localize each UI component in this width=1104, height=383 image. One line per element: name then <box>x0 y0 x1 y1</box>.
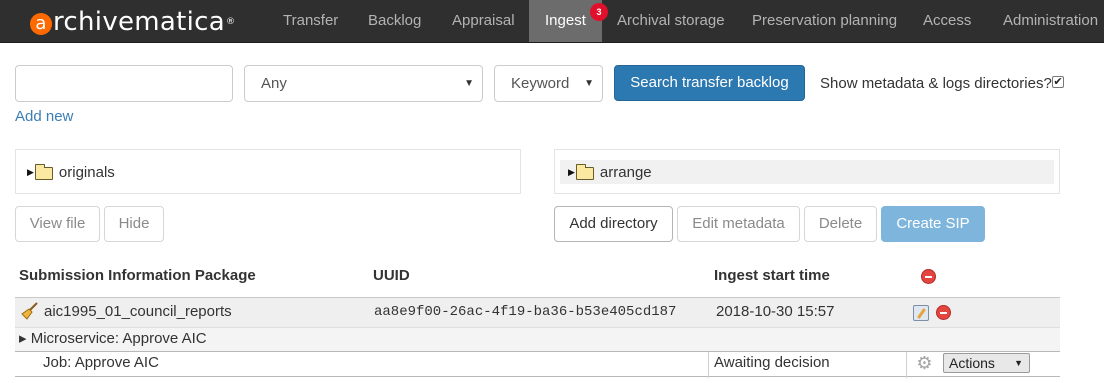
folder-icon <box>575 163 594 180</box>
view-file-button[interactable]: View file <box>15 206 100 242</box>
add-new-link[interactable]: Add new <box>15 108 73 125</box>
top-navbar: a rchivematica® Transfer Backlog Appraisa… <box>0 0 1104 43</box>
caret-right-icon[interactable]: ▶ <box>568 167 575 178</box>
nav-archival-storage[interactable]: Archival storage <box>617 0 725 42</box>
tree-item-arrange[interactable]: ▶ arrange <box>560 160 1054 184</box>
archivematica-logo[interactable]: a rchivematica® <box>30 6 235 38</box>
nav-transfer[interactable]: Transfer <box>283 0 338 42</box>
trademark-mark: ® <box>226 17 236 27</box>
chevron-down-icon: ▼ <box>1014 358 1023 368</box>
clean-up-icon[interactable] <box>21 302 39 320</box>
sip-start-time: 2018-10-30 15:57 <box>716 303 835 320</box>
job-actions-select[interactable]: Actions ▼ <box>943 353 1030 373</box>
microservice-label[interactable]: ▸ Microservice: Approve AIC <box>19 329 207 347</box>
folder-name: arrange <box>599 163 652 181</box>
cell-divider <box>906 352 907 378</box>
nav-appraisal[interactable]: Appraisal <box>452 0 515 42</box>
delete-button[interactable]: Delete <box>804 206 877 242</box>
ingest-count-badge: 3 <box>590 3 608 21</box>
search-field-select[interactable]: Any ▼ <box>244 65 483 102</box>
sip-uuid: aa8e9f00-26ac-4f19-ba36-b53e405cd187 <box>374 304 677 320</box>
job-name: Job: Approve AIC <box>43 354 159 371</box>
add-directory-button[interactable]: Add directory <box>554 206 673 242</box>
column-header-uuid: UUID <box>373 267 410 284</box>
search-query-input[interactable] <box>15 65 233 102</box>
folder-icon <box>34 163 53 180</box>
remove-sip-icon[interactable] <box>936 305 951 320</box>
column-header-sip: Submission Information Package <box>19 267 256 284</box>
gear-icon[interactable]: ⚙ <box>916 354 933 372</box>
create-sip-button[interactable]: Create SIP <box>881 206 985 242</box>
job-status: Awaiting decision <box>714 354 830 371</box>
search-field-value: Any <box>261 75 287 92</box>
nav-access[interactable]: Access <box>923 0 971 42</box>
backlog-tree-panel: ▶ originals <box>15 149 521 194</box>
search-backlog-button[interactable]: Search transfer backlog <box>614 65 805 101</box>
arrange-tree-panel: ▶ arrange <box>554 149 1060 194</box>
remove-all-icon[interactable] <box>921 269 936 284</box>
folder-name: originals <box>58 163 115 181</box>
hide-button[interactable]: Hide <box>104 206 164 242</box>
show-metadata-label: Show metadata & logs directories? <box>820 75 1052 92</box>
search-type-value: Keyword <box>511 75 570 92</box>
tree-item-originals[interactable]: ▶ originals <box>27 160 115 184</box>
edit-metadata-button[interactable]: Edit metadata <box>677 206 800 242</box>
sip-name[interactable]: aic1995_01_council_reports <box>44 303 232 320</box>
actions-select-value: Actions <box>949 355 995 371</box>
table-row-job <box>15 351 1060 378</box>
cell-divider <box>708 352 709 378</box>
nav-administration[interactable]: Administration <box>1003 0 1098 42</box>
nav-backlog[interactable]: Backlog <box>368 0 421 42</box>
search-type-select[interactable]: Keyword ▼ <box>494 65 603 102</box>
caret-right-icon[interactable]: ▶ <box>27 167 34 178</box>
edit-metadata-icon[interactable] <box>913 305 929 321</box>
chevron-down-icon: ▼ <box>584 78 594 89</box>
logo-letter: a <box>30 13 52 35</box>
logo-text: rchivematica <box>53 7 226 37</box>
chevron-down-icon: ▼ <box>464 78 474 89</box>
nav-preservation-planning[interactable]: Preservation planning <box>752 0 897 42</box>
column-header-start-time: Ingest start time <box>714 267 830 284</box>
show-metadata-checkbox[interactable]: ✔ <box>1052 76 1064 88</box>
